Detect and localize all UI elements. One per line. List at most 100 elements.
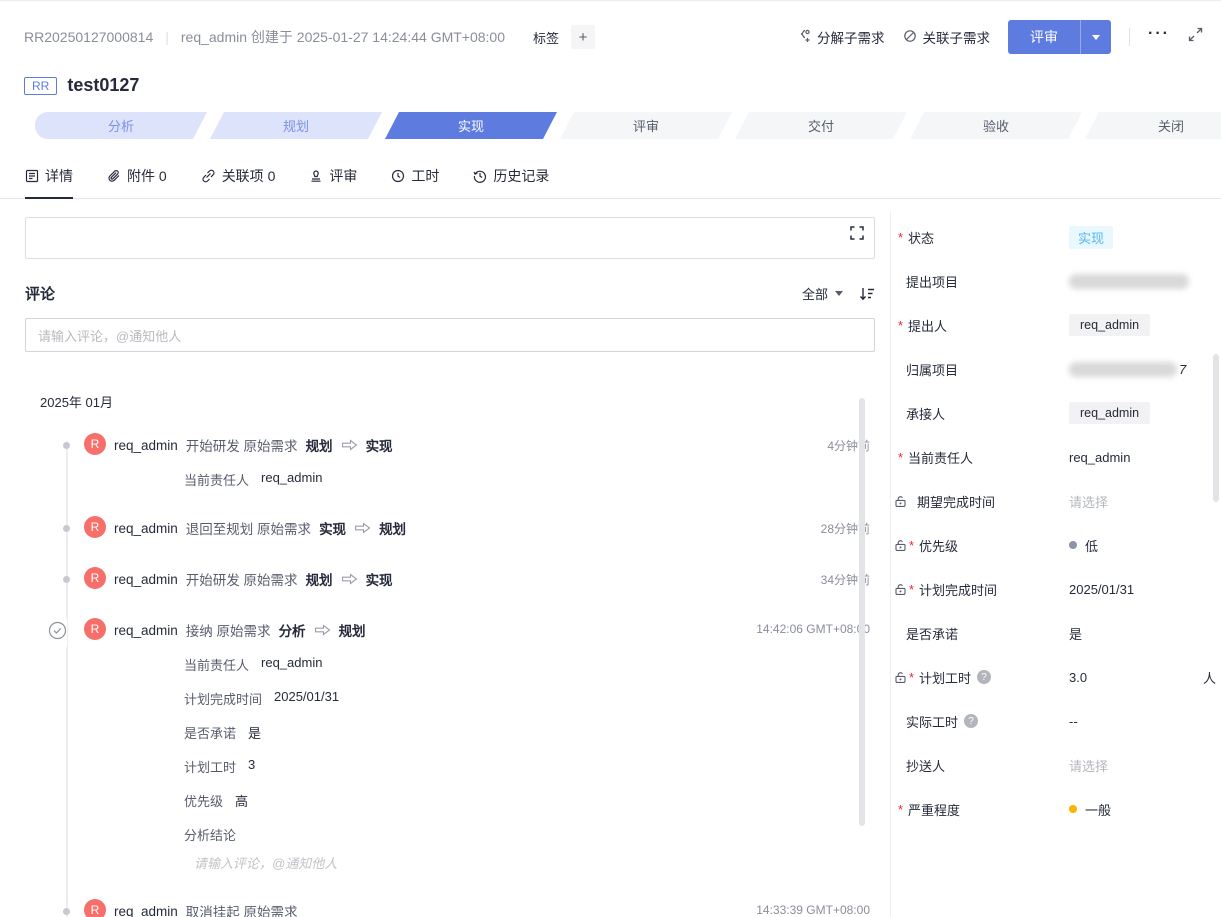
field-value[interactable]: req_admin <box>1069 402 1150 424</box>
status-dot <box>1069 541 1077 549</box>
comments-filter-dropdown[interactable]: 全部 <box>802 284 843 303</box>
stage-4[interactable]: 评审 <box>560 112 732 139</box>
content-scrollbar[interactable] <box>859 398 865 826</box>
field-value[interactable]: 2025/01/31 <box>1069 582 1134 597</box>
timeline-user: req_admin <box>114 904 178 917</box>
detail-label: 当前责任人 <box>184 655 249 674</box>
field-value[interactable]: 3.0 <box>1069 670 1087 685</box>
comments-title: 评论 <box>25 283 55 304</box>
field-label: 优先级 <box>919 536 958 555</box>
redacted-value <box>1069 362 1177 377</box>
stage-bar: 分析 规划 实现 评审 交付 验收关闭 <box>35 112 1221 139</box>
timeline-details: 当前责任人req_admin <box>184 470 885 489</box>
stage-label: 实现 <box>458 116 484 135</box>
field-value[interactable]: -- <box>1069 714 1078 729</box>
timeline-timestamp: 14:42:06 GMT+08:00 <box>756 622 870 636</box>
arrow-right-icon <box>314 624 331 636</box>
tab-2[interactable]: 附件 0 <box>107 166 167 198</box>
stage-7[interactable]: 关闭 <box>1085 112 1221 139</box>
stage-2[interactable]: 规划 <box>210 112 382 139</box>
timeline-user: req_admin <box>114 521 178 536</box>
chevron-down-icon <box>835 291 843 296</box>
tab-4[interactable]: 评审 <box>309 166 357 198</box>
field-label: 提出项目 <box>906 272 958 291</box>
timeline-detail-row: 是否承诺是 <box>184 723 885 742</box>
avatar: R <box>84 899 106 917</box>
field-value[interactable]: 实现 <box>1069 226 1113 249</box>
stage-1[interactable]: 分析 <box>35 112 207 139</box>
tab-3[interactable]: 关联项 0 <box>201 166 276 198</box>
comment-input[interactable]: 请输入评论，@通知他人 <box>25 318 875 352</box>
required-asterisk: * <box>909 582 916 597</box>
sort-order-button[interactable] <box>859 287 875 301</box>
page-scrollbar[interactable] <box>1213 354 1219 502</box>
help-icon[interactable]: ? <box>977 670 991 684</box>
text-value: 是 <box>1069 624 1082 643</box>
arrow-right-icon <box>341 439 358 451</box>
field-value[interactable]: req_admin <box>1069 450 1130 465</box>
review-split-button: 评审 <box>1008 20 1111 54</box>
stage-label: 规划 <box>283 116 309 135</box>
detail-icon <box>25 169 39 183</box>
properties-sidebar: *状态实现提出项目*提出人req_admin归属项目7承接人req_admin*… <box>890 211 1221 917</box>
field-value[interactable]: 是 <box>1069 624 1082 643</box>
timeline-item: Rreq_admin取消挂起 原始需求14:33:39 GMT+08:00 <box>25 899 885 917</box>
tab-6[interactable]: 历史记录 <box>473 166 549 198</box>
timeline-to-stage: 规划 <box>379 518 406 538</box>
split-requirement-icon <box>797 29 811 46</box>
description-box[interactable] <box>25 217 875 259</box>
timeline-detail-row: 当前责任人req_admin <box>184 470 885 489</box>
avatar: R <box>84 618 106 640</box>
attachment-icon <box>107 169 121 183</box>
field-value[interactable]: 低 <box>1069 536 1098 555</box>
field-value[interactable]: 一般 <box>1069 800 1111 819</box>
comments-header: 评论 全部 <box>25 283 875 304</box>
link-requirement-button[interactable]: 关联子需求 <box>903 27 991 47</box>
content: 评论 全部 请输入评论，@通知他人 2025年 01 <box>0 211 1221 917</box>
tab-5[interactable]: 工时 <box>391 166 439 198</box>
user-tag: req_admin <box>1069 314 1150 336</box>
stage-5[interactable]: 交付 <box>735 112 907 139</box>
field-unit: 人 <box>1203 668 1216 687</box>
detail-value: 是 <box>248 723 261 742</box>
timeline-from-stage: 规划 <box>306 435 333 455</box>
avatar: R <box>84 516 106 538</box>
stage-6[interactable]: 验收 <box>910 112 1082 139</box>
field-row-10: 是否承诺是 <box>891 611 1221 655</box>
field-row-12: 实际工时?-- <box>891 699 1221 743</box>
header-divider: | <box>165 29 169 45</box>
timeline-from-stage: 规划 <box>306 569 333 589</box>
field-value[interactable]: 7 <box>1069 362 1186 377</box>
timeline-bullet <box>63 442 70 449</box>
required-asterisk: * <box>909 670 916 685</box>
fullscreen-expand-icon[interactable] <box>1188 27 1203 47</box>
field-label: 期望完成时间 <box>917 492 995 511</box>
field-label: 归属项目 <box>906 360 958 379</box>
tab-1[interactable]: 详情 <box>25 166 73 198</box>
check-circle-icon <box>48 619 67 647</box>
help-icon[interactable]: ? <box>964 714 978 728</box>
requirement-detail-page: RR20250127000814 | req_admin 创建于 2025-01… <box>0 0 1221 917</box>
avatar: R <box>84 567 106 589</box>
history-icon <box>473 169 487 183</box>
lock-icon <box>894 671 907 684</box>
more-actions-button[interactable]: ··· <box>1148 25 1170 49</box>
field-value[interactable] <box>1069 274 1189 289</box>
field-value[interactable]: req_admin <box>1069 314 1150 336</box>
timeline-user: req_admin <box>114 438 178 453</box>
review-dropdown-button[interactable] <box>1080 20 1111 54</box>
add-tag-button[interactable]: + <box>571 25 595 49</box>
timeline-detail-row: 计划完成时间2025/01/31 <box>184 689 885 708</box>
field-label: 严重程度 <box>908 800 960 819</box>
stage-label: 交付 <box>808 116 834 135</box>
field-value[interactable]: 请选择 <box>1069 492 1108 511</box>
timeline-details: 当前责任人req_admin计划完成时间2025/01/31是否承诺是计划工时3… <box>184 655 885 844</box>
analysis-comment-placeholder[interactable]: 请输入评论，@通知他人 <box>194 853 885 872</box>
stage-3[interactable]: 实现 <box>385 112 557 139</box>
field-value[interactable]: 请选择 <box>1069 756 1108 775</box>
timeline-action: 开始研发 原始需求 <box>186 435 298 455</box>
expand-description-icon[interactable] <box>850 226 864 245</box>
review-button[interactable]: 评审 <box>1008 20 1080 54</box>
split-requirement-button[interactable]: 分解子需求 <box>797 27 885 47</box>
detail-label: 优先级 <box>184 791 223 810</box>
